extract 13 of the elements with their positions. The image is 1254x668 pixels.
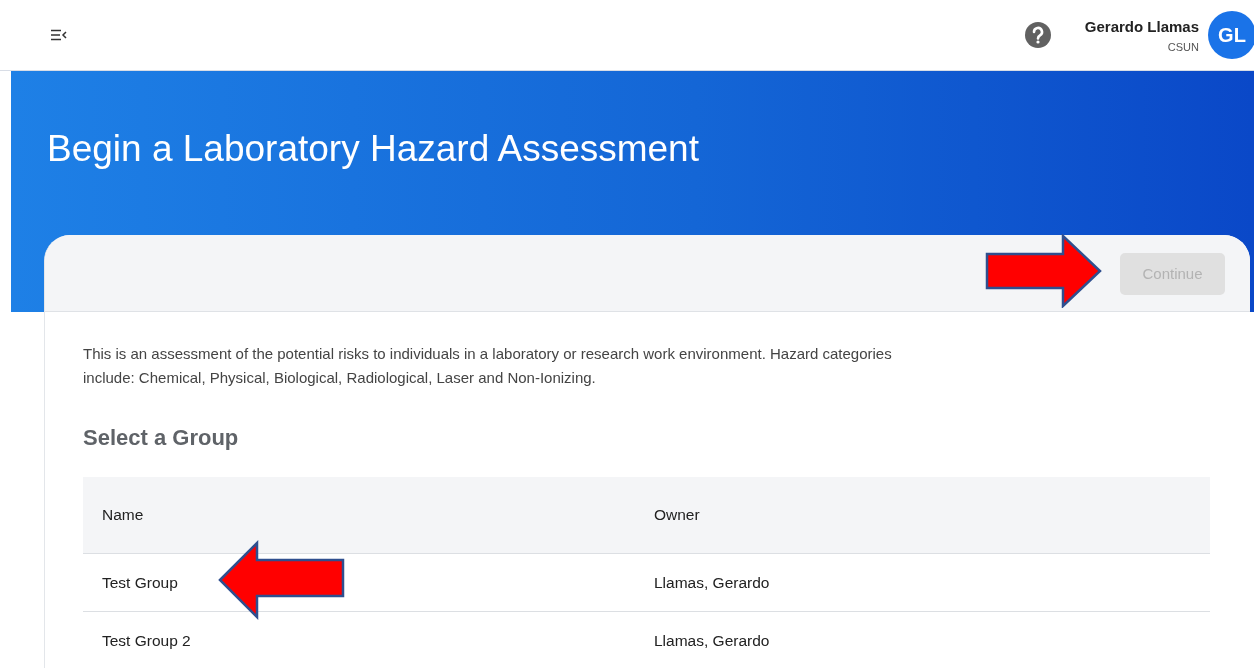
group-name[interactable]: Test Group 2 <box>102 631 191 649</box>
group-owner: Llamas, Gerardo <box>654 573 770 591</box>
group-owner: Llamas, Gerardo <box>654 631 770 649</box>
page-title: Begin a Laboratory Hazard Assessment <box>47 128 700 170</box>
user-organization: CSUN <box>1167 40 1199 53</box>
user-avatar[interactable]: GL <box>1208 11 1254 59</box>
column-header: Owner <box>635 477 1210 554</box>
description-text: This is an assessment of the potential risks to individuals in a laboratory or research work environment. Hazard categories include: Chemical, Physical, Biological, Radiological, Laser and Non-Ionizing. <box>83 344 893 388</box>
help-icon[interactable] <box>1024 22 1051 48</box>
section-title: Select a Group <box>83 425 240 451</box>
user-name: Gerardo Llamas <box>1084 17 1199 35</box>
menu-icon[interactable] <box>49 27 69 43</box>
group-name[interactable]: Test Group <box>102 573 178 591</box>
